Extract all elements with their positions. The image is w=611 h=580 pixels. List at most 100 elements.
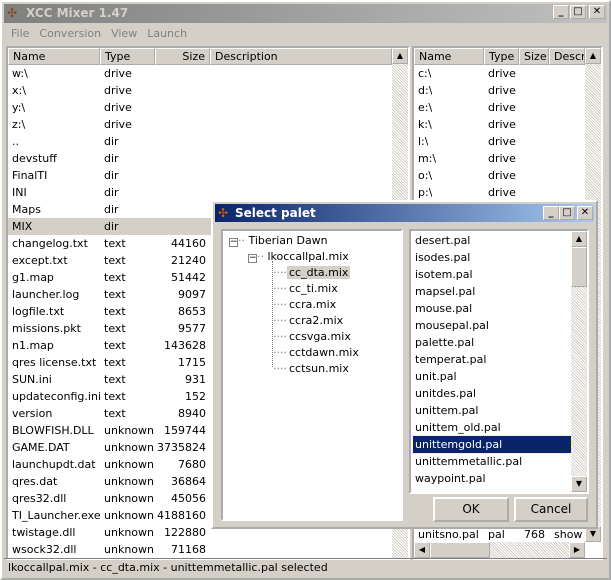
palette-item[interactable]: unittem.pal <box>413 402 571 419</box>
dialog-close-button[interactable]: ✕ <box>577 206 593 220</box>
column-header-name[interactable]: Name <box>414 48 484 65</box>
column-header-description[interactable]: Descr <box>549 48 585 65</box>
file-size: 9577 <box>178 322 206 335</box>
file-size: 51442 <box>171 271 206 284</box>
list-row[interactable]: o:\ drive <box>414 167 585 184</box>
palette-item[interactable]: isotem.pal <box>413 266 571 283</box>
maximize-button[interactable]: □ <box>570 5 586 19</box>
menu-view[interactable]: View <box>106 25 142 43</box>
column-header-type[interactable]: Type <box>100 48 155 65</box>
file-name: devstuff <box>12 152 57 165</box>
list-row[interactable]: c:\ drive <box>414 65 585 82</box>
palette-item[interactable]: unitdes.pal <box>413 385 571 402</box>
dialog-minimize-button[interactable]: _ <box>543 206 559 220</box>
menu-launch[interactable]: Launch <box>142 25 192 43</box>
file-name: SUN.ini <box>12 373 52 386</box>
list-row[interactable]: x:\ drive <box>8 82 392 99</box>
dialog-maximize-button[interactable]: □ <box>559 206 575 220</box>
palette-item[interactable]: mousepal.pal <box>413 317 571 334</box>
tree-node-root[interactable]: −·· Tiberian Dawn <box>229 233 328 249</box>
file-size: 152 <box>185 390 206 403</box>
list-row[interactable]: p:\ drive <box>414 184 585 201</box>
scroll-left-arrow-icon[interactable]: ◀ <box>414 542 430 558</box>
tree-node-mix-file[interactable]: ···· cctdawn.mix <box>273 345 361 361</box>
palette-list[interactable]: ▲ ▼ desert.pal isodes.pal isotem.pal mapsel… <box>409 229 589 494</box>
tree-node-mix-file[interactable]: ···· ccra2.mix <box>273 313 345 329</box>
list-row[interactable]: INI dir <box>8 184 392 201</box>
file-name: updateconfig.ini <box>12 390 100 403</box>
list-row[interactable]: l:\ drive <box>414 133 585 150</box>
palette-item[interactable]: unittem_old.pal <box>413 419 571 436</box>
menu-file[interactable]: File <box>6 25 34 43</box>
file-name: missions.pkt <box>12 322 81 335</box>
column-header-description[interactable]: Description <box>210 48 392 65</box>
list-row[interactable]: .. dir <box>8 133 392 150</box>
palette-item[interactable]: unittemgold.pal <box>412 435 572 454</box>
collapse-icon[interactable]: − <box>248 254 257 263</box>
palette-item[interactable]: waypoint.pal <box>413 470 571 487</box>
menu-conversion[interactable]: Conversion <box>34 25 106 43</box>
palette-item[interactable]: palette.pal <box>413 334 571 351</box>
list-row[interactable]: d:\ drive <box>414 82 585 99</box>
list-row[interactable]: devstuff dir <box>8 150 392 167</box>
scroll-up-arrow-icon[interactable]: ▲ <box>571 231 587 247</box>
file-name: GAME.DAT <box>12 441 70 454</box>
cancel-button[interactable]: Cancel <box>514 497 588 522</box>
palette-item[interactable]: unit.pal <box>413 368 571 385</box>
scroll-up-arrow-icon[interactable]: ▲ <box>585 48 601 64</box>
tree-node-mix-file[interactable]: ···· cctsun.mix <box>273 361 351 377</box>
file-name: m:\ <box>418 152 437 165</box>
palette-item[interactable]: desert.pal <box>413 232 571 249</box>
select-palet-dialog: ✣ Select palet _ □ ✕ −·· Tiberian Dawn −… <box>211 200 598 529</box>
palette-item[interactable]: temperat.pal <box>413 351 571 368</box>
scroll-down-arrow-icon[interactable]: ▼ <box>571 476 587 492</box>
file-type: dir <box>104 220 119 233</box>
tree-node-mix[interactable]: −·· lkoccallpal.mix <box>248 249 349 265</box>
mix-tree[interactable]: −·· Tiberian Dawn −·· lkoccallpal.mix ··… <box>221 229 403 521</box>
file-name: e:\ <box>418 101 433 114</box>
palette-item[interactable]: mouse.pal <box>413 300 571 317</box>
file-type: drive <box>488 186 516 199</box>
scroll-thumb[interactable] <box>430 542 490 558</box>
column-header-size[interactable]: Size <box>155 48 210 65</box>
column-header-type[interactable]: Type <box>484 48 519 65</box>
list-row[interactable]: wsock32.dll unknown 71168 <box>8 541 392 558</box>
list-row[interactable]: z:\ drive <box>8 116 392 133</box>
file-name: twistage.dll <box>12 526 76 539</box>
file-size: 9097 <box>178 288 206 301</box>
file-name: l:\ <box>418 135 429 148</box>
file-type: unknown <box>104 458 154 471</box>
tree-node-mix-file[interactable]: ···· ccsvga.mix <box>273 329 353 345</box>
file-type: text <box>104 254 126 267</box>
ok-button[interactable]: OK <box>433 497 509 522</box>
scroll-thumb[interactable] <box>571 247 587 287</box>
file-size: 143628 <box>164 339 206 352</box>
list-row[interactable]: k:\ drive <box>414 116 585 133</box>
palette-item[interactable]: isodes.pal <box>413 249 571 266</box>
palette-item[interactable]: mapsel.pal <box>413 283 571 300</box>
file-size: 45056 <box>171 492 206 505</box>
list-row[interactable]: m:\ drive <box>414 150 585 167</box>
file-name: qres license.txt <box>12 356 97 369</box>
list-row[interactable]: FinalTI dir <box>8 167 392 184</box>
tree-node-mix-file[interactable]: ···· cc_ti.mix <box>273 281 340 297</box>
list-row[interactable]: w:\ drive <box>8 65 392 82</box>
column-header-name[interactable]: Name <box>8 48 100 65</box>
file-name: INI <box>12 186 27 199</box>
tree-node-mix-file[interactable]: ···· cc_dta.mix <box>273 265 351 281</box>
tree-node-label: cctsun.mix <box>289 362 349 375</box>
scroll-right-arrow-icon[interactable]: ▶ <box>569 542 585 558</box>
scroll-up-arrow-icon[interactable]: ▲ <box>392 48 408 64</box>
list-row[interactable]: y:\ drive <box>8 99 392 116</box>
app-icon: ✣ <box>7 6 18 20</box>
minimize-button[interactable]: _ <box>553 5 569 19</box>
close-button[interactable]: ✕ <box>589 5 605 19</box>
list-row[interactable]: e:\ drive <box>414 99 585 116</box>
file-type: drive <box>488 118 516 131</box>
file-size: 931 <box>185 373 206 386</box>
file-type: drive <box>488 169 516 182</box>
collapse-icon[interactable]: − <box>229 238 238 247</box>
column-header-size[interactable]: Size <box>519 48 549 65</box>
palette-item[interactable]: unittemmetallic.pal <box>413 453 571 470</box>
tree-node-mix-file[interactable]: ···· ccra.mix <box>273 297 338 313</box>
